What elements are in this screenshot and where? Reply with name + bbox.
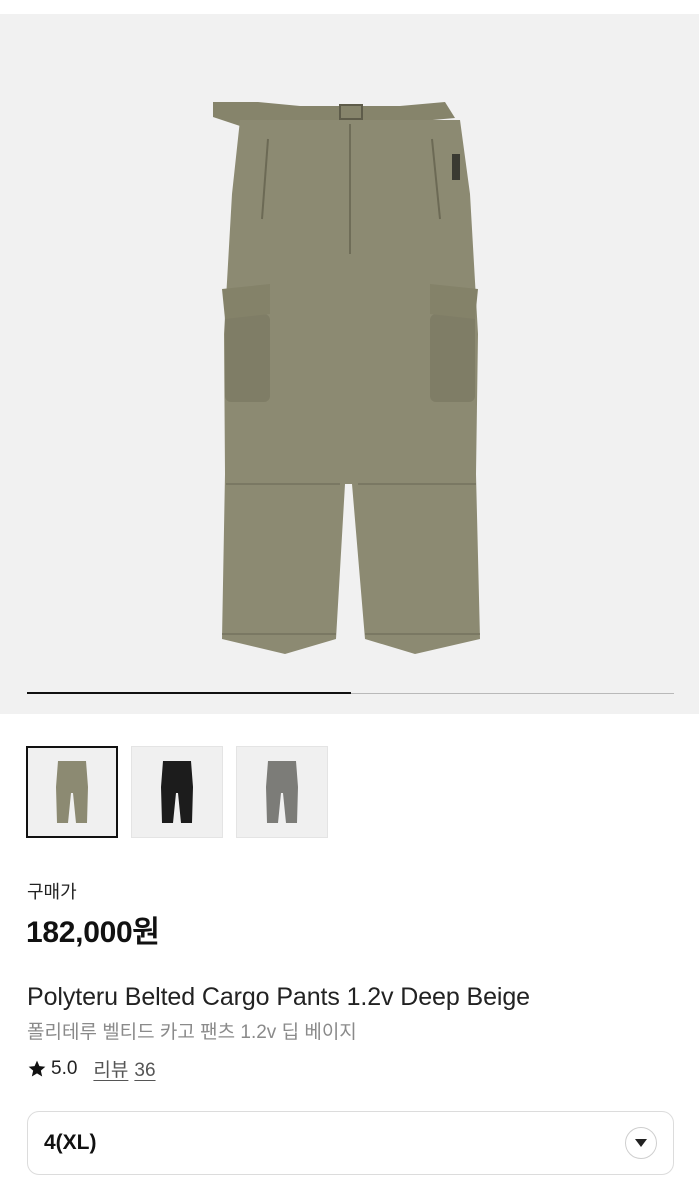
thumbnail-deep-beige[interactable] <box>26 746 118 838</box>
review-label: 리뷰 <box>93 1060 129 1081</box>
price: 182,000원 <box>26 916 160 949</box>
review-link[interactable]: 리뷰 36 <box>93 1055 155 1082</box>
size-select[interactable]: 4(XL) <box>27 1111 674 1175</box>
rating-score: 5.0 <box>51 1057 78 1079</box>
pants-thumbnail-icon <box>266 761 298 823</box>
product-title-en: Polyteru Belted Cargo Pants 1.2v Deep Be… <box>27 983 530 1011</box>
gallery-progress-bar <box>27 692 674 694</box>
size-select-value: 4(XL) <box>44 1131 97 1154</box>
pants-thumbnail-icon <box>161 761 193 823</box>
gallery-progress-fill <box>27 692 351 694</box>
thumbnail-black[interactable] <box>131 746 223 838</box>
thumbnail-gray[interactable] <box>236 746 328 838</box>
product-title-ko: 폴리테루 벨티드 카고 팬츠 1.2v 딥 베이지 <box>27 1022 357 1043</box>
pants-thumbnail-icon <box>56 761 88 823</box>
chevron-down-icon[interactable] <box>625 1127 657 1159</box>
product-image <box>213 102 480 654</box>
product-image-gallery[interactable] <box>0 14 699 714</box>
star-icon <box>28 1060 46 1076</box>
price-label: 구매가 <box>27 882 77 902</box>
color-thumbnails <box>26 746 328 838</box>
rating-row: 5.0 리뷰 36 <box>27 1055 156 1082</box>
review-count: 36 <box>134 1060 156 1081</box>
